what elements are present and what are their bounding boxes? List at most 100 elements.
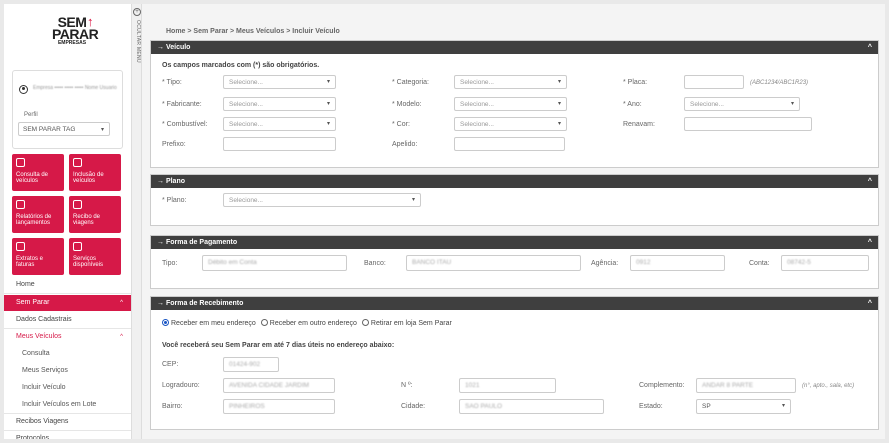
chevron-up-icon: ^ (120, 300, 123, 306)
chevron-down-icon: ▾ (557, 79, 561, 85)
chevron-down-icon: ▾ (790, 101, 794, 107)
modelo-label: * Modelo: (392, 101, 422, 108)
categoria-select[interactable]: Selecione... ▾ (454, 75, 567, 89)
bairro-label: Bairro: (162, 403, 183, 410)
tile-extratos[interactable]: Extratos e faturas (12, 238, 64, 275)
combustivel-select[interactable]: Selecione... ▾ (223, 117, 336, 131)
radio-receber-meu-endereco[interactable]: Receber em meu endereço (162, 319, 256, 327)
pagamento-tipo-label: Tipo: (162, 260, 178, 267)
delivery-notice: Você receberá seu Sem Parar em até 7 dia… (162, 342, 395, 349)
chevron-down-icon: ▾ (781, 403, 785, 409)
fabricante-label: * Fabricante: (162, 101, 202, 108)
tile-recibo-viagens[interactable]: Recibo de viagens (69, 196, 121, 233)
plano-select[interactable]: Selecione... ▾ (223, 193, 421, 207)
chevron-up-icon: ^ (120, 334, 123, 340)
user-name: Empresa ••••• ••••• ••••• Nome Usuario (33, 85, 117, 91)
ano-select[interactable]: Selecione... ▾ (684, 97, 800, 111)
panel-veiculo-header[interactable]: → Veículo ^ (151, 41, 878, 54)
report-icon (16, 200, 25, 209)
menu-meus-servicos[interactable]: Meus Serviços (4, 363, 131, 379)
menu-protocolos[interactable]: Protocolos (4, 431, 131, 439)
app-frame: SEM PARAR EMPRESAS ↑ Empresa ••••• •••••… (4, 4, 885, 439)
panel-pagamento-header[interactable]: → Forma de Pagamento ^ (151, 236, 878, 249)
cor-select[interactable]: Selecione... ▾ (454, 117, 567, 131)
collapse-icon[interactable]: ^ (868, 41, 872, 54)
tile-servicos[interactable]: Serviços disponíveis (69, 238, 121, 275)
car-add-icon (73, 158, 82, 167)
placa-input[interactable] (684, 75, 744, 89)
chevron-down-icon: ▾ (557, 121, 561, 127)
delivery-options: Receber em meu endereço Receber em outro… (162, 319, 452, 327)
menu-sem-parar[interactable]: Sem Parar ^ (4, 295, 131, 311)
banco-input: BANCO ITAU (406, 255, 581, 271)
cep-label: CEP: (162, 361, 179, 368)
receipt-icon (73, 200, 82, 209)
radio-icon (361, 319, 369, 326)
combustivel-label: * Combustível: (162, 121, 208, 128)
cidade-label: Cidade: (401, 403, 426, 410)
conta-label: Conta: (749, 260, 770, 267)
banco-label: Banco: (364, 260, 386, 267)
ano-label: * Ano: (623, 101, 642, 108)
logradouro-input[interactable]: AVENIDA CIDADE JARDIM (223, 378, 335, 393)
chevron-down-icon: ▾ (326, 121, 330, 127)
tile-consulta-veiculos[interactable]: Consulta de veículos (12, 154, 64, 191)
cep-input[interactable]: 01424-902 (223, 357, 279, 372)
prefixo-input[interactable] (223, 137, 336, 151)
categoria-label: * Categoria: (392, 79, 429, 86)
bairro-input[interactable]: PINHEIROS (223, 399, 335, 414)
plus-circle-icon[interactable]: + (133, 8, 141, 16)
perfil-label: Perfil (24, 112, 38, 118)
sem-parar-logo[interactable]: SEM PARAR EMPRESAS ↑ (52, 14, 99, 46)
menu-incluir-veiculo[interactable]: Incluir Veículo (4, 380, 131, 396)
menu-recibos-viagens[interactable]: Recibos Viagens (4, 414, 131, 430)
user-box: Empresa ••••• ••••• ••••• Nome Usuario P… (12, 70, 123, 149)
menu-incluir-lote[interactable]: Incluir Veículos em Lote (4, 397, 131, 413)
tile-inclusao-veiculos[interactable]: Inclusão de veículos (69, 154, 121, 191)
placa-label: * Placa: (623, 79, 648, 86)
numero-input[interactable]: 1021 (459, 378, 556, 393)
radio-receber-outro-endereco[interactable]: Receber em outro endereço (260, 319, 357, 327)
radio-retirar-loja[interactable]: Retirar em loja Sem Parar (361, 319, 452, 327)
chevron-down-icon: ▾ (326, 101, 330, 107)
sliders-icon (73, 242, 82, 251)
divider (4, 293, 131, 294)
cidade-input[interactable]: SAO PAULO (459, 399, 604, 414)
required-note: Os campos marcados com (*) são obrigatór… (162, 62, 320, 69)
estado-select[interactable]: SP ▾ (696, 399, 791, 414)
collapse-icon[interactable]: ^ (868, 175, 872, 188)
collapse-icon[interactable]: ^ (868, 297, 872, 310)
logradouro-label: Logradouro: (162, 382, 200, 389)
radio-icon (260, 319, 268, 326)
user-icon (19, 85, 28, 94)
complemento-input[interactable]: ANDAR 8 PARTE (696, 378, 796, 393)
conta-input: 08742-5 (781, 255, 869, 271)
tipo-select[interactable]: Selecione... ▾ (223, 75, 336, 89)
chevron-down-icon: ▾ (326, 79, 330, 85)
prefixo-label: Prefixo: (162, 141, 186, 148)
menu-home[interactable]: Home (4, 277, 131, 293)
tipo-label: * Tipo: (162, 79, 182, 86)
panel-veiculo: → Veículo ^ Os campos marcados com (*) s… (150, 40, 879, 168)
panel-pagamento: → Forma de Pagamento ^ Tipo: Débito em C… (150, 235, 879, 289)
fabricante-select[interactable]: Selecione... ▾ (223, 97, 336, 111)
panel-recebimento-header[interactable]: → Forma de Recebimento ^ (151, 297, 878, 310)
tile-relatorios[interactable]: Relatórios de lançamentos (12, 196, 64, 233)
breadcrumb: Home > Sem Parar > Meus Veículos > Inclu… (166, 28, 340, 35)
perfil-select[interactable]: SEM PARAR TAG ▾ (18, 122, 110, 136)
plano-label: * Plano: (162, 197, 187, 204)
panel-plano-header[interactable]: → Plano ^ (151, 175, 878, 188)
menu-dados-cadastrais[interactable]: Dados Cadastrais (4, 312, 131, 328)
panel-recebimento: → Forma de Recebimento ^ Receber em meu … (150, 296, 879, 430)
modelo-select[interactable]: Selecione... ▾ (454, 97, 567, 111)
ocultar-menu-label[interactable]: OCULTAR MENU (133, 20, 141, 70)
panel-plano: → Plano ^ * Plano: Selecione... ▾ (150, 174, 879, 226)
chevron-down-icon: ▾ (100, 127, 104, 133)
apelido-input[interactable] (454, 137, 565, 151)
agencia-label: Agência: (591, 260, 619, 267)
menu-consulta[interactable]: Consulta (4, 346, 131, 362)
toggle-menu-strip[interactable]: + OCULTAR MENU (131, 4, 142, 439)
collapse-icon[interactable]: ^ (868, 236, 872, 249)
renavam-input[interactable] (684, 117, 812, 131)
menu-meus-veiculos[interactable]: Meus Veículos ^ (4, 329, 131, 345)
